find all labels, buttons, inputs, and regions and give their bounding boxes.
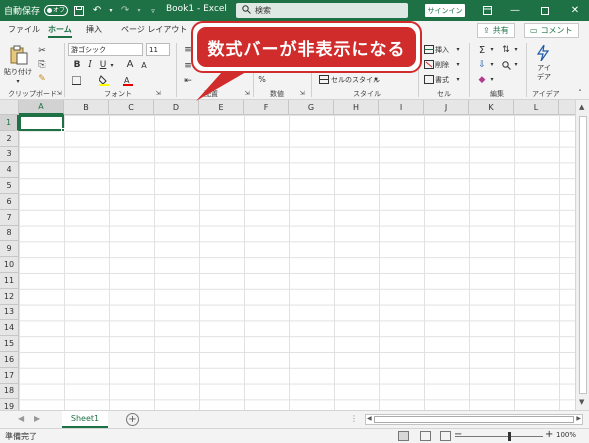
callout-annotation: 数式バーが非表示になる [191,21,422,73]
callout-text: 数式バーが非表示になる [197,27,416,67]
